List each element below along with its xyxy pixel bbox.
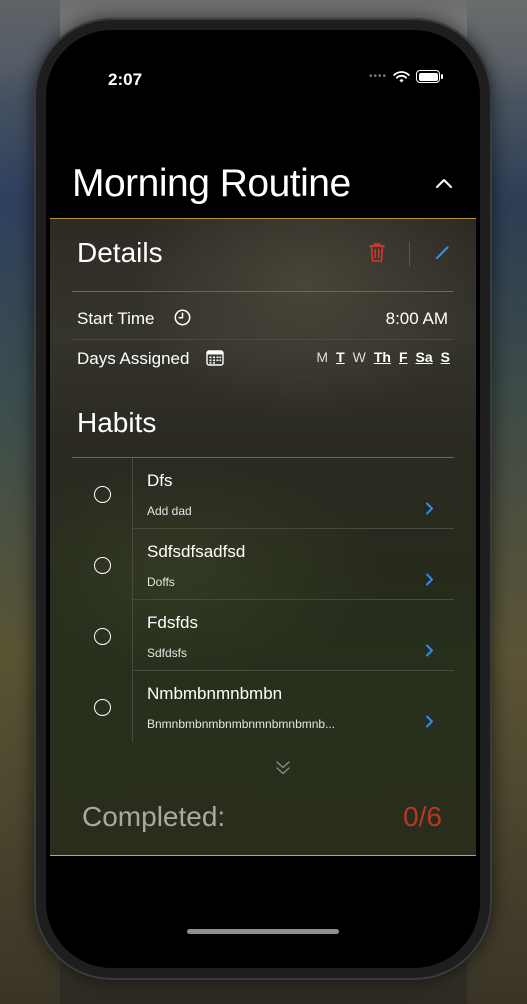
habit-separator [132, 600, 133, 671]
chevron-right-icon[interactable] [425, 715, 434, 728]
trash-icon[interactable] [368, 241, 386, 263]
completed-count: 0/6 [403, 801, 442, 832]
day-sunday[interactable]: S [441, 349, 450, 365]
habit-name: Nmbmbnmnbmbn [147, 684, 283, 703]
start-time-value[interactable]: 8:00 AM [386, 309, 448, 329]
day-wednesday[interactable]: W [353, 349, 366, 365]
details-divider [72, 291, 454, 292]
status-icons: •••• [368, 70, 443, 83]
screen: 2:07 •••• Morning Routine Details Start … [46, 30, 480, 968]
chevron-right-icon[interactable] [425, 573, 434, 586]
signal-icon: •••• [368, 71, 387, 82]
details-title: Details [77, 237, 163, 268]
habit-checkbox[interactable] [94, 486, 111, 503]
habit-name: Sdfsdfsadfsd [147, 542, 246, 561]
completed-label: Completed: [82, 801, 226, 832]
habits-title: Habits [77, 407, 157, 438]
habit-description: Bnmnbmbnmbnmbnmnbmnbmnb... [147, 717, 336, 731]
day-friday[interactable]: F [399, 349, 408, 365]
day-tuesday[interactable]: T [336, 349, 345, 365]
chevron-right-icon[interactable] [425, 502, 434, 515]
calendar-icon [206, 350, 224, 366]
habit-description: Doffs [147, 575, 175, 589]
day-thursday[interactable]: Th [374, 349, 391, 365]
habit-row[interactable]: Sdfsdfsadfsd Doffs [72, 529, 454, 600]
home-indicator[interactable] [187, 929, 339, 934]
habit-row[interactable]: Dfs Add dad [72, 458, 454, 529]
day-monday[interactable]: M [316, 349, 328, 365]
habit-name: Fdsfds [147, 613, 199, 632]
double-chevron-down-icon[interactable] [274, 759, 292, 777]
habit-separator [132, 458, 133, 529]
routine-card: Details Start Time 8:00 AM Days Assigned… [50, 218, 476, 856]
battery-icon [416, 70, 443, 83]
habit-description: Sdfdsfs [147, 646, 188, 660]
phone-frame: 2:07 •••• Morning Routine Details Start … [34, 18, 492, 980]
habit-checkbox[interactable] [94, 628, 111, 645]
toolbar-separator [409, 241, 410, 267]
habit-row[interactable]: Fdsfds Sdfdsfs [72, 600, 454, 671]
habit-checkbox[interactable] [94, 699, 111, 716]
clock-icon [174, 309, 191, 326]
habit-name: Dfs [147, 471, 173, 490]
habit-description: Add dad [147, 504, 192, 518]
chevron-up-icon[interactable] [434, 176, 454, 190]
wifi-icon [393, 70, 410, 82]
start-time-label: Start Time [77, 309, 155, 328]
habit-checkbox[interactable] [94, 557, 111, 574]
pencil-icon[interactable] [434, 243, 452, 261]
day-saturday[interactable]: Sa [416, 349, 433, 365]
routine-title: Morning Routine [72, 162, 351, 205]
chevron-right-icon[interactable] [425, 644, 434, 657]
row-divider [72, 339, 454, 340]
days-assigned-label: Days Assigned [77, 349, 190, 368]
habit-separator [132, 529, 133, 600]
habit-row[interactable]: Nmbmbnmnbmbn Bnmnbmbnmbnmbnmnbmnbmnb... [72, 671, 454, 742]
days-selector: M T W Th F Sa S [316, 349, 450, 365]
habit-separator [132, 671, 133, 742]
status-time: 2:07 [108, 70, 143, 89]
